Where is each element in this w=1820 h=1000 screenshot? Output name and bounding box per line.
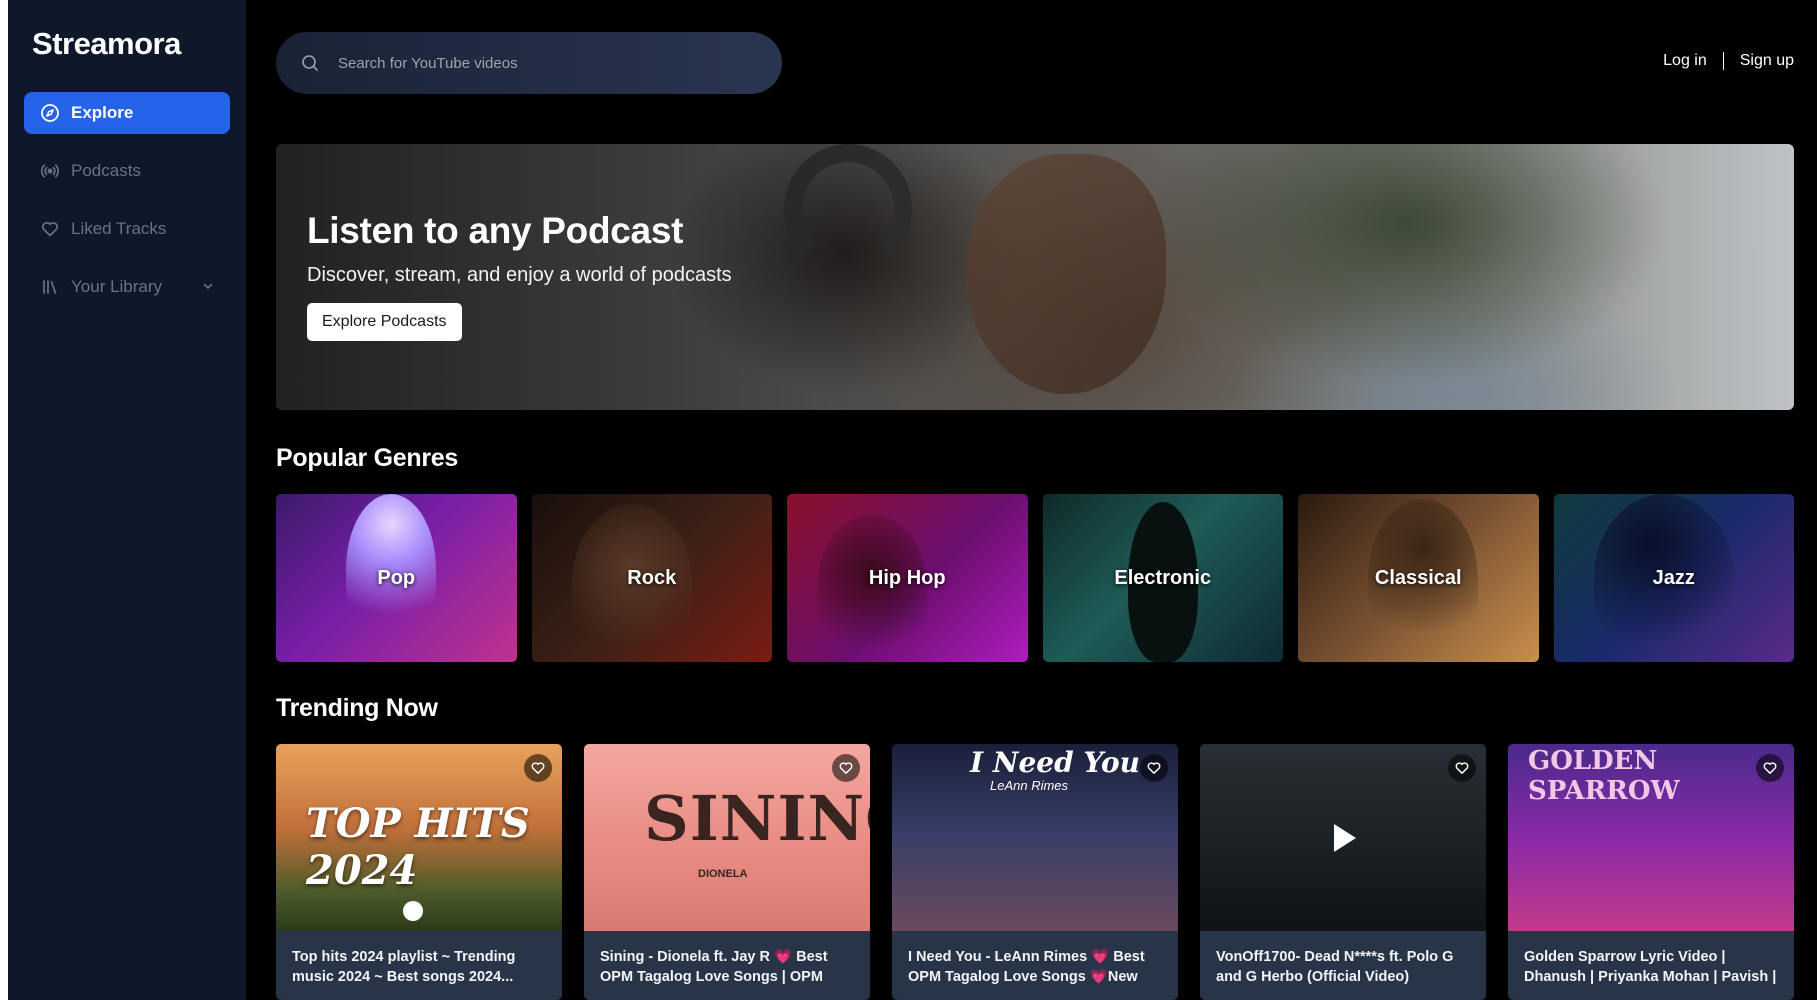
- sidebar: Streamora Explore Podcasts Liked Tracks …: [8, 0, 246, 1000]
- heart-icon[interactable]: [524, 754, 552, 782]
- chevron-down-icon[interactable]: [202, 277, 214, 297]
- compass-icon: [40, 103, 60, 123]
- sidebar-item-label: Explore: [71, 103, 134, 122]
- heart-icon[interactable]: [832, 754, 860, 782]
- sidebar-nav: Explore Podcasts Liked Tracks Your Libra…: [24, 92, 230, 308]
- track-card[interactable]: GOLDEN SPARROW Golden Sparrow Lyric Vide…: [1508, 744, 1794, 1000]
- sidebar-item-explore[interactable]: Explore: [24, 92, 230, 134]
- hero-content: Listen to any Podcast Discover, stream, …: [307, 210, 732, 341]
- login-link[interactable]: Log in: [1663, 52, 1707, 70]
- genre-card-hip-hop[interactable]: Hip Hop: [787, 494, 1028, 662]
- sidebar-item-label: Podcasts: [71, 161, 141, 180]
- play-pause-icon: [403, 901, 423, 921]
- broadcast-icon: [40, 161, 60, 181]
- heart-icon[interactable]: [1448, 754, 1476, 782]
- play-icon[interactable]: [1332, 822, 1358, 859]
- genre-label: Classical: [1374, 566, 1462, 589]
- main-content: Search for YouTube videos Log in Sign up…: [276, 0, 1794, 1000]
- genre-label: Rock: [627, 566, 677, 589]
- genres-heading: Popular Genres: [276, 444, 458, 472]
- track-thumbnail: [1200, 744, 1486, 931]
- track-card[interactable]: SINING DIONELA Sining - Dionela ft. Jay …: [584, 744, 870, 1000]
- sidebar-item-your-library[interactable]: Your Library: [24, 266, 230, 308]
- sidebar-item-label: Liked Tracks: [71, 219, 167, 238]
- track-title: Top hits 2024 playlist ~ Trending music …: [292, 949, 516, 985]
- thumbnail-text: GOLDEN SPARROW: [1528, 746, 1680, 806]
- genre-card-pop[interactable]: Pop: [276, 494, 517, 662]
- sidebar-item-liked-tracks[interactable]: Liked Tracks: [24, 208, 230, 250]
- trending-list: TOP HITS 2024 Top hits 2024 playlist ~ T…: [276, 744, 1794, 1000]
- genre-card-classical[interactable]: Classical: [1298, 494, 1539, 662]
- genre-label: Pop: [377, 566, 416, 589]
- genre-label: Jazz: [1652, 566, 1695, 589]
- track-card[interactable]: I Need You LeAnn Rimes I Need You - LeAn…: [892, 744, 1178, 1000]
- thumbnail-text: TOP HITS 2024: [306, 800, 530, 894]
- hero-banner: Listen to any Podcast Discover, stream, …: [276, 144, 1794, 410]
- sidebar-item-label: Your Library: [71, 277, 163, 296]
- thumbnail-subtext: LeAnn Rimes: [990, 778, 1069, 793]
- hero-subtitle: Discover, stream, and enjoy a world of p…: [307, 264, 732, 286]
- search-icon: [300, 52, 322, 74]
- thumbnail-subtext: DIONELA: [698, 868, 748, 880]
- search-input[interactable]: Search for YouTube videos: [338, 55, 518, 72]
- signup-link[interactable]: Sign up: [1740, 52, 1794, 70]
- heart-icon: [40, 219, 60, 239]
- heart-icon[interactable]: [1756, 754, 1784, 782]
- sidebar-item-podcasts[interactable]: Podcasts: [24, 150, 230, 192]
- trending-heading: Trending Now: [276, 694, 438, 722]
- track-card[interactable]: VonOff1700- Dead N****s ft. Polo G and G…: [1200, 744, 1486, 1000]
- track-card[interactable]: TOP HITS 2024 Top hits 2024 playlist ~ T…: [276, 744, 562, 1000]
- track-title: VonOff1700- Dead N****s ft. Polo G and G…: [1216, 949, 1454, 985]
- track-thumbnail: GOLDEN SPARROW: [1508, 744, 1794, 931]
- track-title: Golden Sparrow Lyric Video | Dhanush | P…: [1524, 949, 1777, 985]
- auth-links: Log in Sign up: [1663, 52, 1794, 70]
- genre-label: Electronic: [1114, 566, 1212, 589]
- track-thumbnail: SINING DIONELA: [584, 744, 870, 931]
- window-edge-left: [0, 0, 8, 1000]
- heart-icon[interactable]: [1140, 754, 1168, 782]
- library-icon: [40, 277, 60, 297]
- search-bar[interactable]: Search for YouTube videos: [276, 32, 782, 94]
- track-thumbnail: I Need You LeAnn Rimes: [892, 744, 1178, 931]
- explore-podcasts-button[interactable]: Explore Podcasts: [307, 303, 462, 341]
- genre-card-rock[interactable]: Rock: [531, 494, 772, 662]
- track-thumbnail: TOP HITS 2024: [276, 744, 562, 931]
- auth-divider: [1722, 52, 1724, 70]
- track-title: Sining - Dionela ft. Jay R 💗 Best OPM Ta…: [600, 949, 828, 985]
- genre-grid: Pop Rock Hip Hop Electronic Classical Ja…: [276, 494, 1794, 662]
- thumbnail-text: I Need You: [970, 746, 1140, 779]
- genre-label: Hip Hop: [868, 566, 946, 589]
- thumbnail-text: SINING: [644, 782, 870, 855]
- brand-logo[interactable]: Streamora: [32, 26, 230, 62]
- track-title: I Need You - LeAnn Rimes 💗 Best OPM Taga…: [908, 949, 1145, 985]
- genre-card-electronic[interactable]: Electronic: [1042, 494, 1283, 662]
- genre-card-jazz[interactable]: Jazz: [1553, 494, 1794, 662]
- hero-title: Listen to any Podcast: [307, 210, 684, 251]
